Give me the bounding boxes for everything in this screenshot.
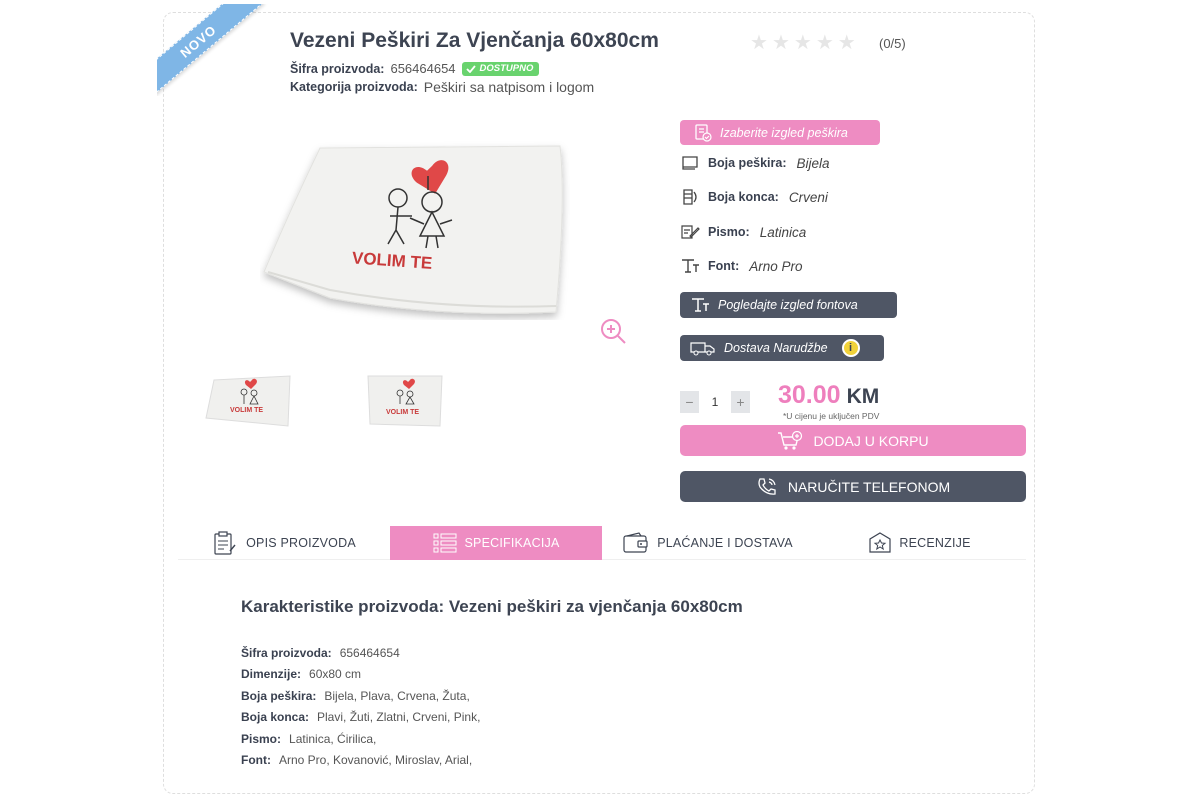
zoom-icon[interactable] — [598, 316, 628, 346]
view-fonts-button[interactable]: Pogledajte izgled fontova — [680, 292, 897, 318]
tab-label: OPIS PROIZVODA — [246, 536, 356, 550]
tab-specification[interactable]: SPECIFIKACIJA — [390, 526, 602, 560]
spec-value: Bijela, Plava, Crvena, Žuta, — [324, 688, 470, 703]
tab-label: SPECIFIKACIJA — [464, 536, 560, 550]
sku-row: Šifra proizvoda: 656464654 DOSTUPNO — [290, 61, 540, 76]
availability-text: DOSTUPNO — [479, 63, 534, 74]
delivery-button[interactable]: Dostava Narudžbe i — [680, 335, 884, 361]
attr-value: Crveni — [788, 189, 828, 205]
tab-label: PLAĆANJE I DOSTAVA — [657, 536, 793, 550]
embroidery-text-thumb2: VOLIM TE — [386, 409, 419, 416]
product-title: Vezeni Peškiri Za Vjenčanja 60x80cm — [290, 29, 659, 52]
sku-label: Šifra proizvoda: — [290, 61, 385, 76]
thread-icon — [683, 189, 697, 205]
new-ribbon-label: NOVO — [157, 4, 264, 96]
spec-label: Pismo: — [241, 731, 282, 746]
spec-label: Font: — [241, 753, 271, 768]
star-icon[interactable]: ★ — [750, 33, 768, 53]
category-value[interactable]: Peškiri sa natpisom i logom — [424, 79, 594, 95]
view-fonts-label: Pogledajte izgled fontova — [718, 298, 858, 312]
product-main-image[interactable]: VOLIM TE — [260, 140, 570, 320]
add-to-cart-label: DODAJ U KORPU — [813, 432, 929, 449]
attr-towel-color: Boja peškira: Bijela — [680, 155, 830, 171]
rating-stars[interactable]: ★ ★ ★ ★ ★ — [750, 33, 856, 53]
availability-badge: DOSTUPNO — [461, 61, 540, 76]
delivery-label: Dostava Narudžbe — [724, 341, 828, 355]
tab-reviews[interactable]: RECENZIJE — [814, 526, 1026, 560]
attr-thread-color: Boja konca: Crveni — [680, 189, 828, 205]
attr-value: Arno Pro — [749, 258, 803, 274]
attr-label: Font: — [708, 259, 740, 273]
spec-label: Boja konca: — [241, 710, 310, 725]
wallet-icon — [623, 532, 648, 553]
truck-icon — [690, 342, 715, 356]
vat-note: *U cijenu je uključen PDV — [783, 411, 880, 421]
qty-plus-button[interactable]: + — [731, 391, 750, 413]
check-icon — [465, 64, 476, 73]
price: 30.00 KM — [778, 381, 879, 410]
qty-minus-button[interactable]: − — [680, 391, 699, 413]
specs-title: Karakteristike proizvoda: Vezeni peškiri… — [241, 597, 743, 616]
spec-row: Dimenzije: 60x80 cm — [241, 664, 480, 686]
font-icon — [692, 298, 709, 312]
font-icon — [682, 259, 699, 273]
thumbnail-2[interactable]: VOLIM TE — [360, 370, 460, 432]
rating-count: (0/5) — [879, 36, 906, 51]
star-icon[interactable]: ★ — [838, 33, 856, 53]
spec-row: Boja konca: Plavi, Žuti, Zlatni, Crveni, … — [241, 707, 480, 729]
order-by-phone-button[interactable]: NARUČITE TELEFONOM — [680, 471, 1026, 502]
category-row: Kategorija proizvoda: Peškiri sa natpiso… — [290, 79, 594, 95]
attr-label: Pismo: — [708, 225, 750, 239]
product-tabs: OPIS PROIZVODA SPECIFIKACIJA PLAĆANJE I … — [178, 526, 1026, 560]
attr-label: Boja konca: — [708, 190, 779, 204]
attr-value: Latinica — [759, 224, 807, 240]
list-icon — [433, 533, 456, 553]
qty-input[interactable]: 1 — [699, 391, 731, 413]
phone-icon — [758, 477, 776, 495]
document-check-icon — [695, 123, 712, 142]
spec-label: Boja peškira: — [241, 688, 317, 703]
specs-list: Šifra proizvoda: 656464654 Dimenzije: 60x8… — [241, 642, 480, 771]
pen-icon — [681, 225, 700, 239]
star-icon[interactable]: ★ — [772, 33, 790, 53]
spec-row: Šifra proizvoda: 656464654 — [241, 642, 480, 664]
spec-row: Pismo: Latinica, Ćirilica, — [241, 728, 480, 750]
tab-payment-delivery[interactable]: PLAĆANJE I DOSTAVA — [602, 526, 814, 560]
tab-description[interactable]: OPIS PROIZVODA — [178, 526, 390, 560]
thumbnail-1[interactable]: VOLIM TE — [200, 370, 300, 432]
star-icon[interactable]: ★ — [794, 33, 812, 53]
spec-value: 60x80 cm — [309, 667, 362, 682]
spec-row: Font: Arno Pro, Kovanović, Miroslav, Aria… — [241, 750, 480, 772]
attr-value: Bijela — [796, 155, 830, 171]
review-icon — [869, 532, 891, 553]
spec-row: Boja peškira: Bijela, Plava, Crvena, Žuta… — [241, 685, 480, 707]
new-ribbon: NOVO — [157, 4, 273, 96]
category-label: Kategorija proizvoda: — [290, 80, 418, 94]
spec-value: 656464654 — [339, 645, 400, 660]
quantity-stepper[interactable]: − 1 + — [680, 391, 750, 413]
price-value: 30.00 — [778, 381, 841, 409]
attr-label: Boja peškira: — [708, 156, 787, 170]
tab-label: RECENZIJE — [899, 536, 971, 550]
star-icon[interactable]: ★ — [816, 33, 834, 53]
spec-label: Šifra proizvoda: — [241, 645, 332, 660]
order-by-phone-label: NARUČITE TELEFONOM — [787, 478, 951, 495]
cart-plus-icon — [778, 430, 803, 450]
info-icon[interactable]: i — [841, 339, 860, 357]
choose-towel-label: Izaberite izgled peškira — [720, 125, 848, 140]
clipboard-icon — [214, 531, 236, 555]
attr-font: Font: Arno Pro — [680, 258, 803, 274]
spec-label: Dimenzije: — [241, 667, 302, 682]
spec-value: Arno Pro, Kovanović, Miroslav, Arial, — [278, 753, 473, 768]
sku-value: 656464654 — [390, 61, 456, 76]
spec-value: Latinica, Ćirilica, — [289, 731, 377, 746]
embroidery-text-thumb: VOLIM TE — [230, 407, 263, 414]
towel-icon — [682, 156, 698, 170]
price-currency: KM — [846, 385, 880, 408]
spec-value: Plavi, Žuti, Zlatni, Crveni, Pink, — [317, 710, 481, 725]
attr-script: Pismo: Latinica — [680, 224, 806, 240]
add-to-cart-button[interactable]: DODAJ U KORPU — [680, 425, 1026, 456]
choose-towel-button[interactable]: Izaberite izgled peškira — [680, 120, 880, 145]
